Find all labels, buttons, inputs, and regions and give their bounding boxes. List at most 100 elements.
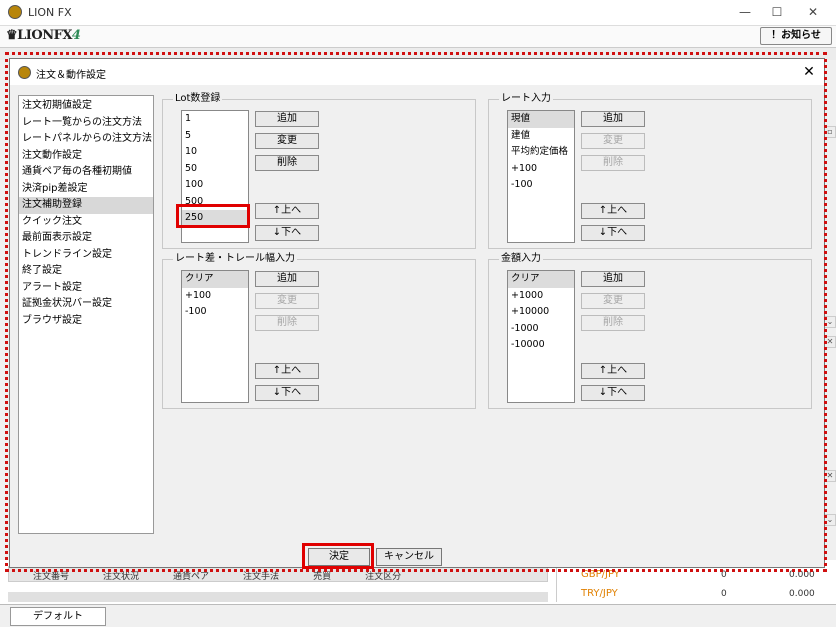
- notice-button[interactable]: ！お知らせ: [760, 27, 832, 45]
- lot-group-label: Lot数登録: [173, 93, 223, 105]
- trail-change-button[interactable]: 変更: [255, 293, 319, 309]
- amount-change-button[interactable]: 変更: [581, 293, 645, 309]
- tab-default[interactable]: デフォルト: [10, 607, 106, 626]
- horizontal-scrollbar[interactable]: [8, 592, 548, 602]
- lot-add-button[interactable]: 追加: [255, 111, 319, 127]
- nav-item-quick-order[interactable]: クイック注文: [19, 214, 153, 231]
- list-item-selected[interactable]: クリア: [182, 271, 248, 288]
- trail-add-button[interactable]: 追加: [255, 271, 319, 287]
- currency-pair[interactable]: GBP/JPY: [581, 569, 620, 580]
- lot-group: Lot数登録 1 5 10 50 100 500 250 追加 変更 削除 ↑上…: [162, 93, 476, 249]
- list-item[interactable]: 100: [182, 177, 248, 194]
- amount-down-button[interactable]: ↓下へ: [581, 385, 645, 401]
- position-summary: GBP/JPY 0 0.000 TRY/JPY 0 0.000: [556, 566, 826, 602]
- trail-group-label: レート差・トレール幅入力: [173, 253, 297, 265]
- dialog-titlebar: 注文＆動作設定 ✕: [10, 59, 824, 85]
- list-item[interactable]: 50: [182, 161, 248, 178]
- app-title: LION FX: [28, 6, 72, 19]
- list-item-selected[interactable]: クリア: [508, 271, 574, 288]
- lot-delete-button[interactable]: 削除: [255, 155, 319, 171]
- trail-listbox[interactable]: クリア +100 -100: [181, 270, 249, 403]
- column-header[interactable]: 注文手法: [219, 567, 289, 582]
- nav-item-rate-panel-order[interactable]: レートパネルからの注文方法: [19, 131, 153, 148]
- brand-logo: ♛LIONFX4: [6, 28, 81, 43]
- position-count: 0: [721, 589, 727, 599]
- rate-group-label: レート入力: [499, 93, 553, 105]
- list-item[interactable]: -100: [508, 177, 574, 194]
- column-header[interactable]: 注文区分: [341, 567, 411, 582]
- close-panel-icon[interactable]: ✕: [824, 470, 836, 482]
- rate-add-button[interactable]: 追加: [581, 111, 645, 127]
- rate-change-button[interactable]: 変更: [581, 133, 645, 149]
- column-header[interactable]: 売買: [289, 567, 341, 582]
- rate-group: レート入力 現値 建値 平均約定価格 +100 -100 追加 変更 削除 ↑上…: [488, 93, 812, 249]
- chevron-down-icon[interactable]: ⌄: [824, 316, 836, 328]
- lion-logo-icon: [8, 5, 22, 19]
- position-count: 0: [721, 570, 727, 580]
- nav-item-always-on-top[interactable]: 最前面表示設定: [19, 230, 153, 247]
- amount-up-button[interactable]: ↑上へ: [581, 363, 645, 379]
- maximize-button[interactable]: ☐: [762, 3, 792, 21]
- column-header[interactable]: 注文番号: [9, 567, 79, 582]
- list-item-selected[interactable]: 現値: [508, 111, 574, 128]
- lot-up-button[interactable]: ↑上へ: [255, 203, 319, 219]
- list-item[interactable]: 10: [182, 144, 248, 161]
- list-item[interactable]: +100: [508, 161, 574, 178]
- list-item-selected[interactable]: 250: [182, 210, 248, 227]
- ok-button[interactable]: 決定: [308, 548, 370, 566]
- nav-item-rate-list-order[interactable]: レート一覧からの注文方法: [19, 115, 153, 132]
- minimize-button[interactable]: —: [730, 3, 760, 21]
- list-item[interactable]: +1000: [508, 288, 574, 305]
- nav-item-trendline[interactable]: トレンドライン設定: [19, 247, 153, 264]
- amount-add-button[interactable]: 追加: [581, 271, 645, 287]
- list-item[interactable]: +100: [182, 288, 248, 305]
- nav-item-settle-pip[interactable]: 決済pip差設定: [19, 181, 153, 198]
- close-panel-icon[interactable]: ✕: [824, 336, 836, 348]
- lion-logo-icon: [18, 66, 31, 79]
- chevron-down-icon[interactable]: ⌄: [824, 514, 836, 526]
- order-settings-dialog: 注文＆動作設定 ✕ 注文初期値設定 レート一覧からの注文方法 レートパネルからの…: [9, 58, 825, 568]
- side-scroll-icon[interactable]: ▫: [824, 126, 836, 138]
- list-item[interactable]: 500: [182, 194, 248, 211]
- trail-up-button[interactable]: ↑上へ: [255, 363, 319, 379]
- amount-delete-button[interactable]: 削除: [581, 315, 645, 331]
- list-item[interactable]: -10000: [508, 337, 574, 354]
- amount-group-label: 金額入力: [499, 253, 543, 265]
- list-item[interactable]: 1: [182, 111, 248, 128]
- rate-down-button[interactable]: ↓下へ: [581, 225, 645, 241]
- nav-item-margin-bar[interactable]: 証拠金状況バー設定: [19, 296, 153, 313]
- trail-delete-button[interactable]: 削除: [255, 315, 319, 331]
- lot-listbox[interactable]: 1 5 10 50 100 500 250: [181, 110, 249, 243]
- list-item[interactable]: 5: [182, 128, 248, 145]
- nav-item-alert[interactable]: アラート設定: [19, 280, 153, 297]
- settings-nav-list[interactable]: 注文初期値設定 レート一覧からの注文方法 レートパネルからの注文方法 注文動作設…: [18, 95, 154, 534]
- nav-item-pair-defaults[interactable]: 通貨ペア毎の各種初期値: [19, 164, 153, 181]
- currency-pair[interactable]: TRY/JPY: [581, 588, 618, 599]
- column-header[interactable]: 通貨ペア: [149, 567, 219, 582]
- orders-table-header: 注文番号 注文状況 通貨ペア 注文手法 売買 注文区分: [8, 566, 548, 582]
- app-header: ♛LIONFX4 ！お知らせ: [0, 26, 836, 48]
- position-value: 0.000: [789, 570, 815, 580]
- nav-item-browser[interactable]: ブラウザ設定: [19, 313, 153, 330]
- trail-down-button[interactable]: ↓下へ: [255, 385, 319, 401]
- rate-listbox[interactable]: 現値 建値 平均約定価格 +100 -100: [507, 110, 575, 243]
- nav-item-order-assist[interactable]: 注文補助登録: [19, 197, 153, 214]
- amount-listbox[interactable]: クリア +1000 +10000 -1000 -10000: [507, 270, 575, 403]
- dialog-close-button[interactable]: ✕: [800, 63, 818, 81]
- lion-crest-icon: ♛: [6, 28, 18, 43]
- lot-down-button[interactable]: ↓下へ: [255, 225, 319, 241]
- nav-item-exit[interactable]: 終了設定: [19, 263, 153, 280]
- list-item[interactable]: +10000: [508, 304, 574, 321]
- list-item[interactable]: 建値: [508, 128, 574, 145]
- rate-delete-button[interactable]: 削除: [581, 155, 645, 171]
- nav-item-order-behavior[interactable]: 注文動作設定: [19, 148, 153, 165]
- list-item[interactable]: 平均約定価格: [508, 144, 574, 161]
- list-item[interactable]: -100: [182, 304, 248, 321]
- rate-up-button[interactable]: ↑上へ: [581, 203, 645, 219]
- cancel-button[interactable]: キャンセル: [376, 548, 442, 566]
- close-button[interactable]: ✕: [798, 3, 828, 21]
- lot-change-button[interactable]: 変更: [255, 133, 319, 149]
- column-header[interactable]: 注文状況: [79, 567, 149, 582]
- nav-item-order-defaults[interactable]: 注文初期値設定: [19, 98, 153, 115]
- list-item[interactable]: -1000: [508, 321, 574, 338]
